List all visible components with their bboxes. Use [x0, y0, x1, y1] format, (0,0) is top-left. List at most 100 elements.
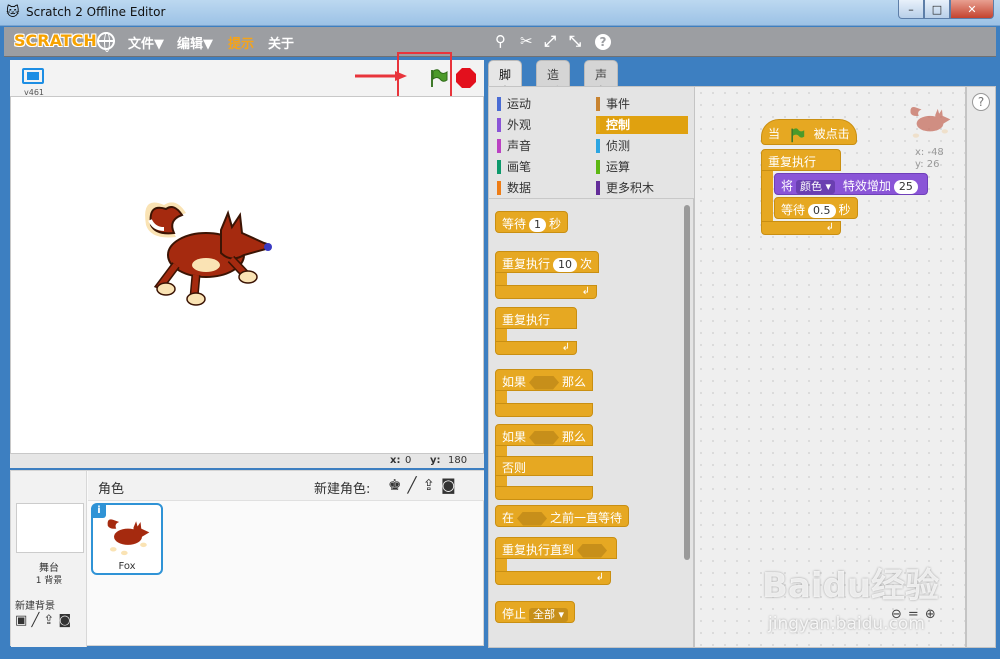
block-palette: 运动 事件 外观 控制 声音 侦测 画笔 运算 数据 更多积木 等待 1 秒 重复执… [488, 86, 695, 648]
stage-canvas[interactable] [10, 96, 484, 454]
script-forever[interactable]: 重复执行 [761, 149, 841, 171]
category-events[interactable]: 事件 [596, 95, 688, 113]
block-repeat-until-bottom: ↲ [495, 571, 611, 585]
palette-blocks: 等待 1 秒 重复执行 10 次 ↲ 重复执行 ↲ 如果 那么 如果 那么 否则 在之前一直… [489, 199, 681, 647]
scratch-logo[interactable]: SCRATCH [14, 31, 97, 50]
tab-scripts[interactable]: 脚本 [488, 60, 523, 99]
new-sprite-label: 新建角色: [314, 482, 371, 497]
category-pen[interactable]: 画笔 [497, 158, 589, 176]
script-change-effect[interactable]: 将颜色 ▾ 特效增加 25 [774, 173, 928, 195]
minimize-button[interactable]: – [898, 0, 924, 19]
script-forever-arm [761, 171, 773, 221]
window-bottom-border [4, 648, 996, 659]
backdrop-count: 1 背景 [35, 576, 63, 586]
camera-sprite-icon[interactable]: ◙ [441, 476, 462, 494]
sprite-library-icon[interactable]: ♚ [388, 476, 407, 494]
category-sensing[interactable]: 侦测 [596, 137, 688, 155]
block-stop[interactable]: 停止 全部 ▾ [495, 601, 576, 623]
sprite-position-readout: x: -48 y: 26 [915, 147, 944, 170]
language-globe-icon[interactable] [97, 32, 115, 52]
close-button[interactable]: ✕ [950, 0, 994, 19]
backdrop-library-icon[interactable]: ▣ [15, 613, 27, 628]
block-repeat[interactable]: 重复执行 10 次 [495, 251, 600, 273]
coord-y-label: y: [430, 455, 441, 466]
menubar: SCRATCH 文件▼ 编辑▼ 提示 关于 ⚲ ✂ ⤢ ⤡ ? [4, 27, 996, 57]
block-forever-bottom: ↲ [495, 341, 577, 355]
block-wait[interactable]: 等待 1 秒 [495, 211, 569, 233]
block-if-bottom [495, 403, 593, 417]
current-sprite-thumbnail [910, 106, 951, 138]
block-if-else-bottom [495, 486, 593, 500]
block-wait-until[interactable]: 在之前一直等待 [495, 505, 630, 527]
category-motion[interactable]: 运动 [497, 95, 589, 113]
block-forever-arm [495, 329, 507, 341]
block-if-arm [495, 391, 507, 403]
paint-sprite-icon[interactable]: ╱ [407, 476, 422, 494]
window-title: Scratch 2 Offline Editor [26, 5, 166, 19]
block-if-else-arm [495, 446, 507, 456]
block-else: 否则 [495, 456, 593, 476]
block-repeat-until[interactable]: 重复执行直到 [495, 537, 618, 559]
block-repeat-bottom: ↲ [495, 285, 597, 299]
menu-about[interactable]: 关于 [268, 33, 294, 52]
watermark: Baidu经验 [762, 566, 940, 606]
menu-tips[interactable]: 提示 [228, 33, 254, 52]
delete-icon[interactable]: ✂ [520, 32, 533, 50]
right-sidebar: ? [966, 86, 996, 648]
help-icon[interactable]: ? [595, 34, 611, 50]
stage-thumbnail[interactable] [16, 503, 84, 553]
block-if[interactable]: 如果 那么 [495, 369, 594, 391]
block-if-else[interactable]: 如果 那么 [495, 424, 594, 446]
coord-x-label: x: [390, 455, 401, 466]
tab-sounds[interactable]: 声音 [584, 60, 619, 99]
window-titlebar: 🐱 Scratch 2 Offline Editor – □ ✕ [0, 0, 1000, 26]
stage-label: 舞台 [39, 563, 59, 574]
category-sound[interactable]: 声音 [497, 137, 589, 155]
sprites-panel: 舞台 1 背景 新建背景 ▣ ╱ ⇪ ◙ 角色 新建角色: ♚╱⇪◙ i Fox [10, 470, 484, 647]
sprites-header: 角色 新建角色: ♚╱⇪◙ [88, 471, 484, 501]
fullscreen-icon[interactable] [22, 68, 44, 84]
block-repeat-arm [495, 273, 507, 285]
menu-file[interactable]: 文件▼ [128, 33, 164, 52]
mouse-coords-bar: x: 0 y: 180 [10, 454, 484, 468]
category-more-blocks[interactable]: 更多积木 [596, 179, 688, 197]
shrink-icon[interactable]: ⤡ [569, 32, 581, 50]
annotation-arrow-icon [355, 71, 407, 81]
coord-y-value: 180 [448, 455, 468, 466]
category-data[interactable]: 数据 [497, 179, 589, 197]
green-flag-icon [791, 127, 805, 142]
stop-sign-icon[interactable] [456, 68, 476, 88]
tab-costumes[interactable]: 造型 [536, 60, 571, 99]
camera-backdrop-icon[interactable]: ◙ [58, 613, 71, 628]
block-repeat-until-arm [495, 559, 507, 571]
sprites-title: 角色 [98, 482, 125, 497]
grow-icon[interactable]: ⤢ [544, 32, 556, 50]
maximize-button[interactable]: □ [924, 0, 950, 19]
script-when-flag-clicked[interactable]: 当 被点击 [761, 119, 857, 145]
fox-thumbnail [107, 519, 150, 556]
upload-sprite-icon[interactable]: ⇪ [422, 476, 441, 494]
script-forever-bottom: ↲ [761, 221, 841, 235]
menu-edit[interactable]: 编辑▼ [177, 33, 213, 52]
palette-scrollbar[interactable] [684, 205, 690, 560]
category-looks[interactable]: 外观 [497, 116, 589, 134]
paint-backdrop-icon[interactable]: ╱ [31, 613, 39, 628]
scratch-cat-icon: 🐱 [6, 5, 20, 20]
duplicate-icon[interactable]: ⚲ [495, 32, 506, 50]
zoom-in-icon[interactable]: ⊕ [925, 607, 942, 622]
block-categories: 运动 事件 外观 控制 声音 侦测 画笔 运算 数据 更多积木 [489, 87, 695, 199]
window-controls: – □ ✕ [898, 0, 994, 19]
block-forever[interactable]: 重复执行 [495, 307, 577, 329]
category-control[interactable]: 控制 [596, 116, 688, 134]
sprite-name: Fox [118, 561, 136, 572]
backdrop-tools: ▣ ╱ ⇪ ◙ [15, 613, 71, 628]
script-wait[interactable]: 等待 0.5 秒 [774, 197, 858, 219]
new-sprite-tools: ♚╱⇪◙ [388, 476, 462, 494]
stage-thumbnail-area[interactable]: 舞台 1 背景 新建背景 ▣ ╱ ⇪ ◙ [11, 471, 87, 647]
category-operators[interactable]: 运算 [596, 158, 688, 176]
fox-sprite[interactable] [136, 185, 276, 310]
sprite-tile-fox[interactable]: i Fox [91, 503, 163, 575]
help-icon[interactable]: ? [972, 93, 990, 111]
upload-backdrop-icon[interactable]: ⇪ [43, 613, 54, 628]
new-backdrop-label: 新建背景 [15, 601, 55, 612]
